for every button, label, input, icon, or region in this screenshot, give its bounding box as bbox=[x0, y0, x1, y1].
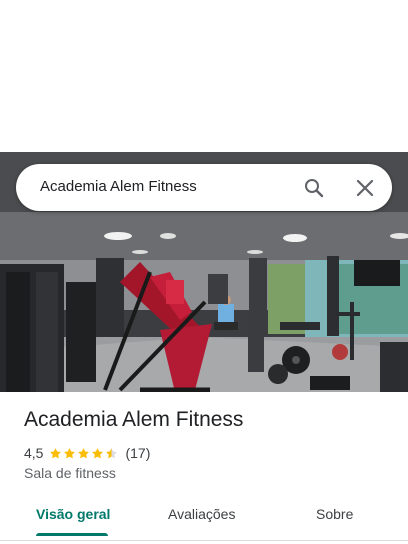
active-tab-indicator bbox=[36, 533, 108, 536]
close-icon[interactable] bbox=[353, 176, 377, 200]
rating-value: 4,5 bbox=[24, 445, 44, 461]
blank-map-area bbox=[0, 0, 408, 152]
place-tabs: Visão geral Avaliações Sobre bbox=[0, 496, 408, 540]
place-category[interactable]: Sala de fitness bbox=[24, 465, 116, 481]
star-rating bbox=[49, 447, 119, 460]
star-icon bbox=[78, 447, 90, 458]
star-icon bbox=[92, 447, 104, 458]
tab-overview[interactable]: Visão geral bbox=[36, 506, 110, 522]
search-bar[interactable]: Academia Alem Fitness bbox=[16, 164, 392, 211]
rating-row[interactable]: 4,5 (17) bbox=[24, 444, 150, 462]
star-icon bbox=[106, 447, 118, 458]
place-title: Academia Alem Fitness bbox=[24, 408, 244, 431]
star-icon bbox=[50, 447, 62, 458]
tabs-divider bbox=[0, 540, 408, 541]
search-icon[interactable] bbox=[302, 176, 326, 200]
tab-reviews[interactable]: Avaliações bbox=[168, 506, 235, 522]
search-input[interactable]: Academia Alem Fitness bbox=[40, 178, 197, 195]
tab-about[interactable]: Sobre bbox=[316, 506, 353, 522]
star-icon bbox=[64, 447, 76, 458]
review-count[interactable]: (17) bbox=[125, 445, 150, 461]
